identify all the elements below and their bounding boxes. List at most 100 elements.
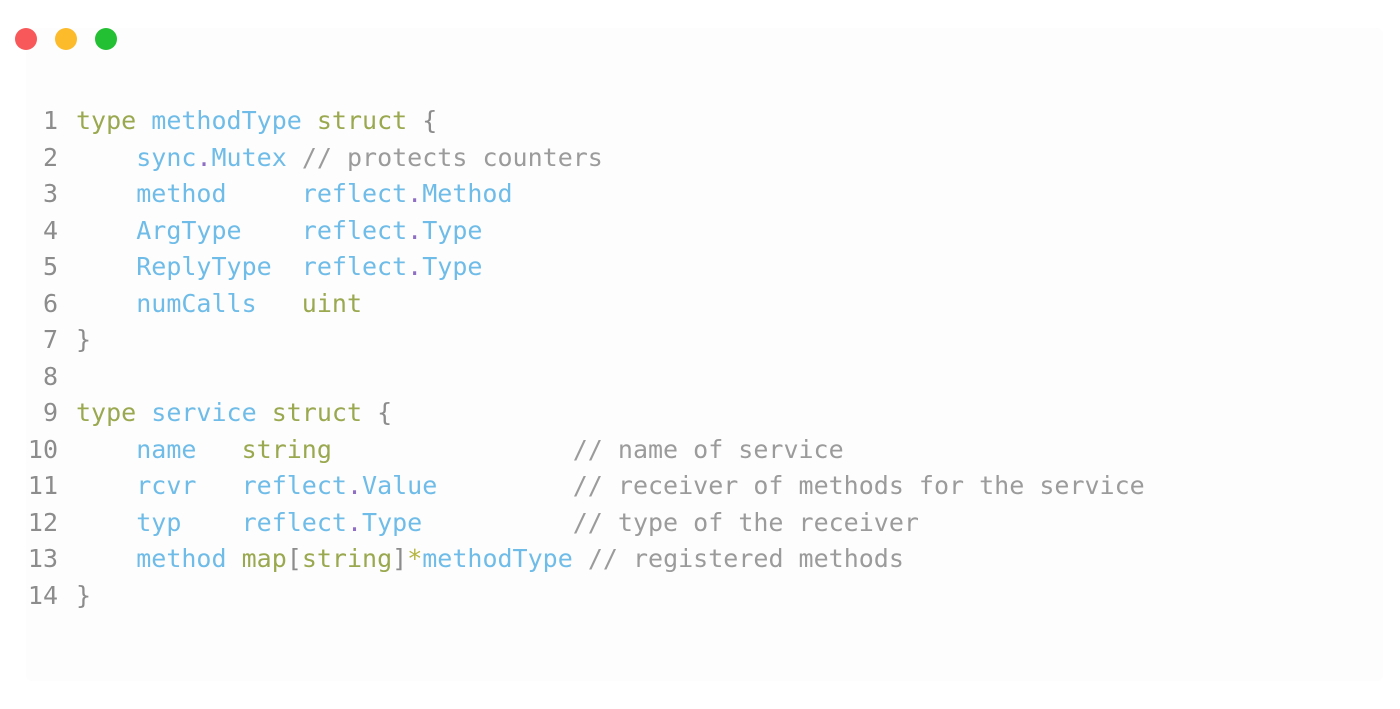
code-token: . (346, 507, 363, 537)
code-token: // registered methods (587, 544, 904, 573)
code-token: { (377, 398, 393, 427)
line-content[interactable]: name string // name of service (58, 432, 843, 469)
code-line[interactable]: 14} (0, 578, 1400, 615)
code-editor[interactable]: 1 type methodType struct {2 sync.Mutex //… (0, 103, 1400, 614)
code-token: struct (316, 106, 408, 135)
code-token: reflect (241, 471, 347, 500)
code-line[interactable]: 7} (0, 322, 1400, 359)
code-token: method (136, 179, 227, 208)
code-token: reflect (241, 507, 347, 537)
code-line[interactable]: 1 type methodType struct { (0, 103, 1400, 140)
code-line[interactable]: 5 ReplyType reflect.Type (0, 249, 1400, 286)
code-token: reflect (301, 179, 408, 208)
code-line[interactable]: 11 rcvr reflect.Value // receiver of met… (0, 468, 1400, 505)
code-token: Type (362, 507, 423, 537)
code-token: Type (422, 252, 483, 281)
code-token: Type (422, 215, 483, 245)
code-token: // type of the receiver (572, 507, 919, 537)
line-content[interactable]: sync.Mutex // protects counters (58, 140, 603, 177)
code-token: . (407, 215, 423, 245)
code-line[interactable]: 8 (0, 359, 1400, 396)
line-number: 14 (27, 580, 58, 610)
code-line[interactable]: 10 name string // name of service (0, 432, 1400, 469)
code-token: Value (362, 471, 438, 500)
line-content[interactable]: type service struct { (58, 395, 392, 432)
code-token: * (407, 544, 423, 573)
line-number: 4 (42, 215, 58, 245)
code-token: type (76, 106, 137, 135)
line-number: 6 (42, 288, 58, 318)
close-button[interactable] (15, 28, 37, 50)
code-line[interactable]: 3 method reflect.Method (0, 176, 1400, 213)
line-number: 12 (27, 507, 58, 537)
code-line[interactable]: 6 numCalls uint (0, 286, 1400, 323)
line-content[interactable]: method reflect.Method (58, 176, 512, 213)
line-number: 1 (42, 106, 58, 135)
code-token: [ (286, 544, 302, 573)
line-content[interactable]: } (58, 322, 91, 359)
code-token: ArgType (136, 215, 242, 245)
line-content[interactable]: ReplyType reflect.Type (58, 249, 482, 286)
line-content[interactable]: ArgType reflect.Type (58, 213, 482, 250)
code-token: methodType (422, 544, 573, 573)
code-line[interactable]: 13 method map[string]*methodType // regi… (0, 541, 1400, 578)
code-token: // receiver of methods for the service (572, 471, 1145, 500)
code-token: ] (392, 544, 408, 573)
code-token: { (422, 106, 438, 135)
code-token: methodType (151, 106, 302, 135)
line-content[interactable]: rcvr reflect.Value // receiver of method… (58, 468, 1145, 505)
code-token: sync (136, 142, 197, 172)
code-token: rcvr (136, 471, 197, 500)
code-token: ReplyType (136, 252, 272, 281)
code-token: } (76, 580, 92, 610)
line-number: 8 (42, 361, 58, 391)
code-token: name (136, 434, 197, 464)
code-token: . (346, 471, 363, 500)
code-token: } (76, 325, 92, 354)
line-number: 9 (42, 398, 58, 427)
line-content[interactable]: method map[string]*methodType // registe… (58, 541, 904, 578)
code-line[interactable]: 9 type service struct { (0, 395, 1400, 432)
code-token: string (241, 434, 332, 464)
minimize-button[interactable] (55, 28, 77, 50)
line-number: 7 (42, 325, 58, 354)
code-token: reflect (301, 215, 408, 245)
line-content[interactable]: numCalls uint (58, 286, 362, 323)
line-content[interactable]: type methodType struct { (58, 103, 437, 140)
code-token: method (136, 544, 227, 573)
code-line[interactable]: 2 sync.Mutex // protects counters (0, 140, 1400, 177)
code-line[interactable]: 12 typ reflect.Type // type of the recei… (0, 505, 1400, 542)
code-token: struct (271, 398, 363, 427)
line-content[interactable]: } (58, 578, 91, 615)
code-token: map (241, 544, 287, 573)
code-token: Mutex (211, 142, 287, 172)
maximize-button[interactable] (95, 28, 117, 50)
line-content[interactable]: typ reflect.Type // type of the receiver (58, 505, 919, 542)
line-number: 11 (27, 471, 58, 500)
line-number: 3 (42, 179, 58, 208)
code-line[interactable]: 4 ArgType reflect.Type (0, 213, 1400, 250)
